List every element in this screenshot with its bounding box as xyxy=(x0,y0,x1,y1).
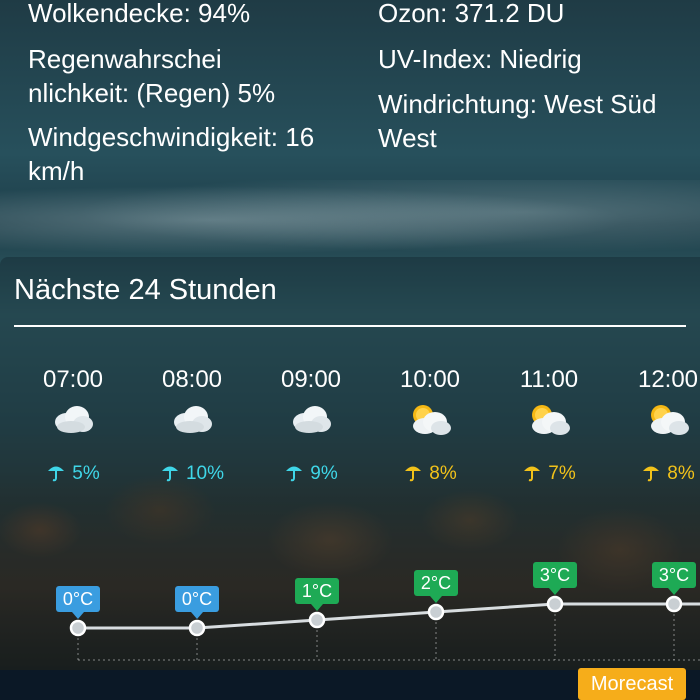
hour-time: 11:00 xyxy=(519,366,579,393)
temperature-point xyxy=(69,619,87,637)
cloudy-icon xyxy=(261,402,361,446)
precip-probability: 10% xyxy=(142,462,242,485)
temperature-label: 0°C xyxy=(182,589,212,609)
temperature-line xyxy=(78,602,700,630)
precip-probability: 5% xyxy=(23,462,123,485)
temperature-label: 3°C xyxy=(659,565,689,585)
temperature-badge: 0°C xyxy=(175,586,219,619)
temperature-label: 1°C xyxy=(302,581,332,601)
temperature-label: 0°C xyxy=(63,589,93,609)
wind-direction-line2: West xyxy=(378,123,437,153)
temperature-point xyxy=(188,619,206,637)
precip-value: 7% xyxy=(548,463,576,484)
cloudy-icon xyxy=(23,402,123,446)
cloudy-icon xyxy=(142,402,242,446)
temperature-point xyxy=(546,595,564,613)
hour-time: 07:00 xyxy=(42,366,104,393)
partly-cloudy-icon xyxy=(618,402,700,446)
cloud-cover: Wolkendecke: 94% xyxy=(28,0,251,28)
hour-time: 12:00 xyxy=(637,366,699,393)
umbrella-icon xyxy=(160,462,180,485)
hour-time: 08:00 xyxy=(161,366,223,393)
hour-time: 09:00 xyxy=(280,366,342,393)
temperature-point xyxy=(665,595,683,613)
precip-probability: 7% xyxy=(499,462,599,485)
temperature-chart: 0°C 0°C 1°C 2°C 3°C 3°C xyxy=(56,562,700,661)
partly-cloudy-icon xyxy=(380,402,480,446)
umbrella-icon xyxy=(46,462,66,485)
umbrella-icon xyxy=(641,462,661,485)
temperature-badge: 0°C xyxy=(56,586,100,619)
precip-probability-line1: Regenwahrschei xyxy=(28,44,222,74)
morecast-button[interactable]: Morecast xyxy=(578,668,686,700)
precip-value: 8% xyxy=(667,463,695,484)
temperature-badge: 2°C xyxy=(414,570,458,603)
temperature-badge: 3°C xyxy=(533,562,577,595)
precip-value: 8% xyxy=(429,463,457,484)
precip-probability: 9% xyxy=(261,462,361,485)
temperature-badge: 3°C xyxy=(652,562,696,595)
wind-speed-line2: km/h xyxy=(28,156,85,186)
precip-probability-line2: nlichkeit: (Regen) 5% xyxy=(28,78,276,108)
precip-value: 10% xyxy=(185,463,225,484)
precip-probability: 8% xyxy=(380,462,480,485)
temperature-point xyxy=(308,611,326,629)
hour-time: 10:00 xyxy=(399,366,461,393)
umbrella-icon xyxy=(284,462,304,485)
temperature-label: 2°C xyxy=(421,573,451,593)
temperature-label: 3°C xyxy=(540,565,570,585)
precip-value: 5% xyxy=(72,463,100,484)
umbrella-icon xyxy=(403,462,423,485)
precip-value: 9% xyxy=(310,463,338,484)
temperature-badge: 1°C xyxy=(295,578,339,611)
forecast-title: Nächste 24 Stunden xyxy=(14,274,277,306)
wind-direction-line1: Windrichtung: West Süd xyxy=(378,89,657,119)
forecast-divider xyxy=(14,325,686,327)
ozone: Ozon: 371.2 DU xyxy=(378,0,565,28)
uv-index: UV-Index: Niedrig xyxy=(378,44,582,74)
precip-probability: 8% xyxy=(618,462,700,485)
umbrella-icon xyxy=(522,462,542,485)
wind-speed-line1: Windgeschwindigkeit: 16 xyxy=(28,122,315,152)
partly-cloudy-icon xyxy=(499,402,599,446)
weather-details: Wolkendecke: 94% Ozon: 371.2 DU Regenwah… xyxy=(0,0,700,230)
temperature-point xyxy=(427,603,445,621)
